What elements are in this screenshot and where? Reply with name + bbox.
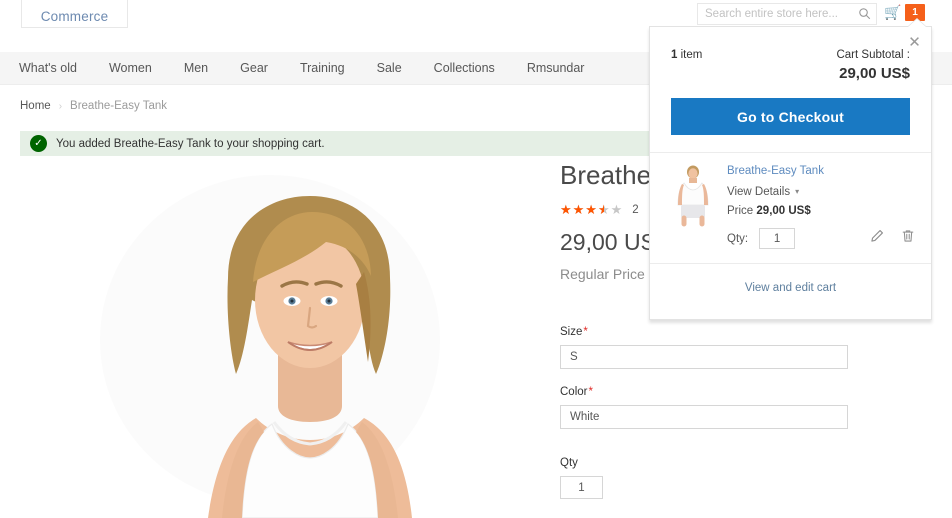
- color-input[interactable]: [560, 405, 848, 429]
- nav-item-collections[interactable]: Collections: [434, 61, 495, 75]
- minicart-item-actions: [870, 229, 915, 243]
- site-logo[interactable]: ▾ Commerce: [21, 0, 128, 28]
- minicart-item: Breathe-Easy Tank View Details ▾ Price 2…: [650, 152, 931, 263]
- view-details-toggle[interactable]: View Details ▾: [727, 186, 915, 198]
- thumbnail-illustration: [671, 165, 715, 227]
- subtotal-label: Cart Subtotal :: [836, 49, 910, 61]
- color-label-text: Color: [560, 386, 588, 398]
- chevron-down-icon: ▾: [795, 187, 800, 196]
- stars-filled: ★★★★★: [560, 203, 604, 218]
- qty-label: Qty: [560, 457, 578, 469]
- pencil-icon[interactable]: [870, 229, 884, 243]
- minicart-summary: 1 item Cart Subtotal : 29,00 US$: [650, 27, 931, 82]
- minicart-pointer-arrow: [908, 19, 926, 27]
- review-count[interactable]: 2: [632, 204, 638, 216]
- subtotal-value: 29,00 US$: [839, 65, 910, 82]
- product-photo-illustration: [20, 160, 540, 518]
- qty-field: Qty: [560, 457, 603, 499]
- qty-input[interactable]: [560, 476, 603, 499]
- shopping-cart-icon: 🛒: [884, 4, 902, 20]
- star-rating-icon: ★★★★★ ★★★★★: [560, 203, 623, 217]
- success-message-text: You added Breathe-Easy Tank to your shop…: [56, 137, 325, 150]
- nav-item-gear[interactable]: Gear: [240, 61, 268, 75]
- breadcrumb-current: Breathe-Easy Tank: [70, 100, 167, 112]
- page-root: ▾ Commerce 🛒 1 What's old Women Men Gear…: [0, 0, 952, 518]
- minicart-subtotal: Cart Subtotal : 29,00 US$: [836, 49, 910, 82]
- breadcrumb-separator-icon: ›: [58, 100, 63, 112]
- minicart-item-price: Price 29,00 US$: [727, 205, 915, 217]
- size-input[interactable]: [560, 345, 848, 369]
- minicart-item-price-value: 29,00 US$: [756, 205, 811, 217]
- nav-item-training[interactable]: Training: [300, 61, 345, 75]
- size-field: Size*: [560, 326, 932, 369]
- minicart-item-name[interactable]: Breathe-Easy Tank: [727, 165, 915, 177]
- trash-icon[interactable]: [901, 229, 915, 243]
- breadcrumb-home[interactable]: Home: [20, 100, 51, 112]
- color-field: Color*: [560, 386, 932, 429]
- close-icon[interactable]: ✕: [907, 35, 922, 50]
- go-to-checkout-button[interactable]: Go to Checkout: [671, 98, 910, 135]
- color-label: Color*: [560, 386, 932, 398]
- color-required-mark: *: [588, 386, 593, 398]
- nav-item-men[interactable]: Men: [184, 61, 208, 75]
- nav-item-sale[interactable]: Sale: [377, 61, 402, 75]
- view-details-label: View Details: [727, 186, 791, 198]
- minicart-item-count-word: item: [680, 49, 703, 61]
- minicart-qty-label: Qty:: [727, 232, 749, 245]
- breadcrumb: Home › Breathe-Easy Tank: [20, 100, 167, 112]
- search-box: [697, 3, 877, 25]
- view-and-edit-cart-link[interactable]: View and edit cart: [745, 282, 836, 294]
- minicart-item-count-number: 1: [671, 49, 678, 61]
- logo-label: Commerce: [40, 9, 109, 24]
- minicart-footer: View and edit cart: [650, 263, 931, 311]
- nav-item-rmsundar[interactable]: Rmsundar: [527, 61, 585, 75]
- search-input[interactable]: [697, 3, 877, 25]
- minicart-qty-input[interactable]: [759, 228, 796, 249]
- nav-item-whats-old[interactable]: What's old: [19, 61, 77, 75]
- size-required-mark: *: [583, 326, 588, 338]
- success-check-icon: ✓: [30, 135, 47, 152]
- nav-item-women[interactable]: Women: [109, 61, 152, 75]
- size-label: Size*: [560, 326, 932, 338]
- product-image[interactable]: [20, 160, 540, 518]
- product-options: Size* Color*: [560, 326, 932, 446]
- minicart-item-price-label: Price: [727, 205, 754, 217]
- minicart-item-thumbnail[interactable]: [671, 165, 715, 227]
- search-icon[interactable]: [858, 7, 871, 20]
- minicart-dropdown: ✕ 1 item Cart Subtotal : 29,00 US$ Go to…: [649, 19, 932, 320]
- size-label-text: Size: [560, 326, 583, 338]
- minicart-item-count: 1 item: [671, 49, 702, 61]
